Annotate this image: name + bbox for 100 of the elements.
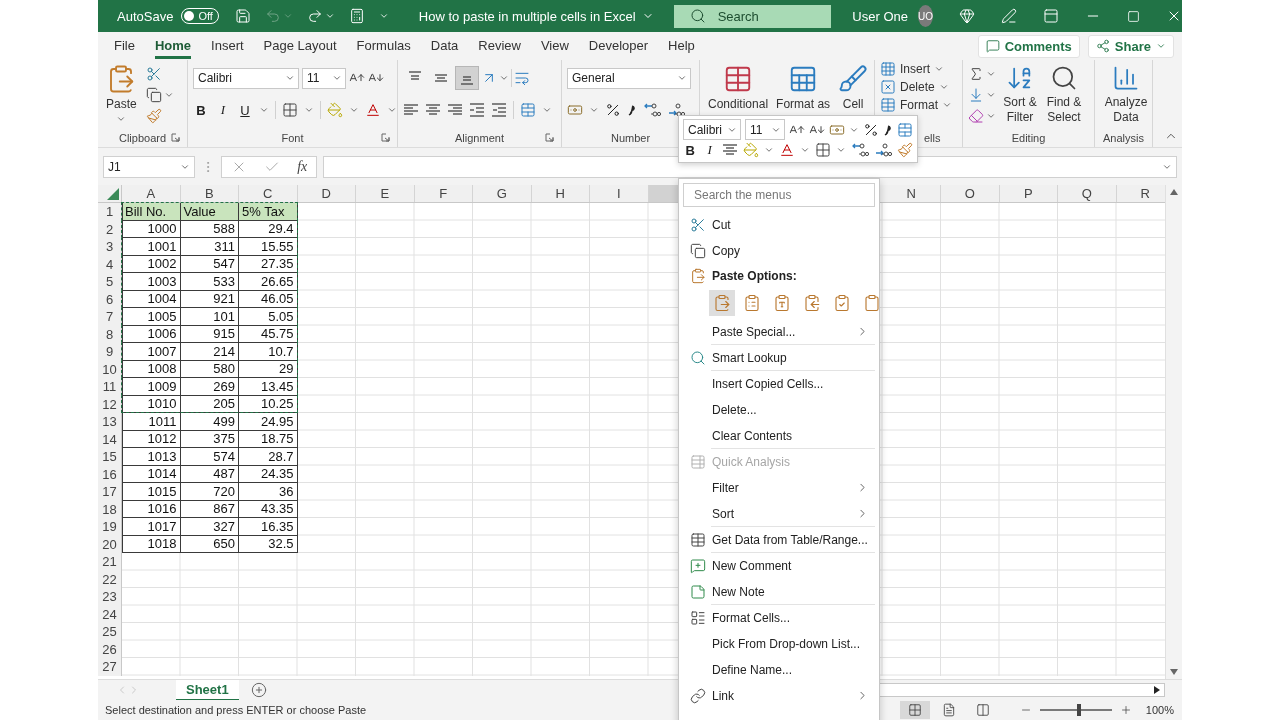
zoom-level[interactable]: 100%: [1145, 704, 1174, 716]
autosum-icon[interactable]: [968, 66, 984, 82]
analyze-data-button[interactable]: Analyze Data: [1100, 62, 1152, 127]
menu-item[interactable]: Insert Copied Cells...: [683, 371, 875, 396]
row-header[interactable]: 3: [98, 238, 121, 256]
ribbon-tab[interactable]: Insert: [211, 33, 244, 59]
row-header[interactable]: 18: [98, 500, 121, 518]
clipboard-icon[interactable]: [863, 294, 881, 312]
format-painter-icon[interactable]: [897, 142, 913, 158]
paste-button[interactable]: Paste: [103, 62, 140, 126]
menu-item[interactable]: Cut: [683, 212, 875, 237]
increase-decimal-icon[interactable]: [643, 102, 661, 118]
caret-icon[interactable]: [836, 145, 846, 155]
menu-item[interactable]: Copy: [683, 238, 875, 263]
increase-indent-icon[interactable]: [491, 102, 507, 118]
form-icon[interactable]: [348, 8, 365, 24]
menu-item[interactable]: Sort: [683, 501, 875, 526]
caret-icon[interactable]: [378, 11, 389, 21]
zoom-in-icon[interactable]: [1119, 704, 1132, 716]
italic-button[interactable]: I: [215, 102, 231, 118]
caret-icon[interactable]: [589, 105, 599, 115]
row-header[interactable]: 19: [98, 518, 121, 536]
caret-icon[interactable]: [800, 145, 810, 155]
ribbon-tab[interactable]: Data: [430, 33, 459, 59]
pen-icon[interactable]: [1001, 8, 1017, 24]
scroll-up-icon[interactable]: [1170, 189, 1178, 195]
diamond-icon[interactable]: [959, 8, 975, 24]
cells-button[interactable]: Delete: [880, 78, 952, 96]
align-right-icon[interactable]: [447, 102, 463, 118]
caret-icon[interactable]: [304, 105, 314, 115]
comma-style-icon[interactable]: [627, 102, 637, 118]
sheet-tab[interactable]: Sheet1: [176, 679, 239, 701]
columns-view-icon[interactable]: [975, 703, 990, 717]
borders-icon[interactable]: [282, 102, 298, 118]
decrease-decimal-icon[interactable]: [667, 102, 685, 118]
menu-item[interactable]: Get Data from Table/Range...: [683, 527, 875, 552]
sort-filter-button[interactable]: Sort & Filter: [1000, 62, 1040, 127]
caret-icon[interactable]: [986, 69, 996, 79]
bold-button[interactable]: B: [683, 142, 698, 158]
eraser-icon[interactable]: [968, 108, 984, 124]
save-icon[interactable]: [234, 8, 251, 24]
ribbon-tab[interactable]: Page Layout: [263, 33, 337, 59]
name-box[interactable]: J1: [103, 156, 195, 178]
align-left-icon[interactable]: [403, 102, 419, 118]
styles-button[interactable]: Format as: [773, 62, 834, 113]
redo-icon[interactable]: [306, 8, 323, 24]
row-header[interactable]: 17: [98, 483, 121, 501]
scroll-right-icon[interactable]: [1154, 686, 1160, 694]
scroll-down-icon[interactable]: [1170, 669, 1178, 675]
row-header[interactable]: 20: [98, 535, 121, 553]
caret-icon[interactable]: [986, 111, 996, 121]
menu-item[interactable]: Format Cells...: [683, 605, 875, 630]
menu-search-field[interactable]: Search the menus: [683, 183, 875, 207]
menu-item[interactable]: Smart Lookup: [683, 345, 875, 370]
row-header[interactable]: 4: [98, 255, 121, 273]
cells-button[interactable]: Insert: [880, 60, 952, 78]
percent-icon[interactable]: [605, 102, 621, 118]
dialog-launcher-icon[interactable]: [381, 133, 390, 142]
currency-icon[interactable]: [567, 102, 583, 118]
format-painter-icon[interactable]: [145, 108, 162, 124]
row-header[interactable]: 21: [98, 553, 121, 571]
font-color-icon[interactable]: [365, 102, 381, 118]
row-header[interactable]: 26: [98, 640, 121, 658]
ribbon-tab[interactable]: Formulas: [356, 33, 411, 59]
ribbon-tab[interactable]: Developer: [588, 33, 649, 59]
menu-item[interactable]: Filter: [683, 475, 875, 500]
menu-item[interactable]: Delete...: [683, 397, 875, 422]
font-name-field[interactable]: Calibri: [193, 67, 299, 89]
align-center-icon[interactable]: [722, 142, 738, 158]
caret-icon[interactable]: [387, 105, 397, 115]
share-button[interactable]: Share: [1087, 34, 1174, 58]
caret-icon[interactable]: [938, 82, 949, 92]
fill-color-icon[interactable]: [327, 102, 343, 118]
caret-icon[interactable]: [285, 73, 295, 83]
decrease-indent-icon[interactable]: [469, 102, 485, 118]
select-all-icon[interactable]: [107, 188, 119, 200]
add-sheet-icon[interactable]: [250, 682, 267, 698]
cells-button[interactable]: Format: [880, 96, 952, 114]
find-select-button[interactable]: Find & Select: [1044, 62, 1084, 127]
dialog-launcher-icon[interactable]: [171, 133, 180, 142]
row-header[interactable]: 16: [98, 465, 121, 483]
clipboard-icon[interactable]: [713, 294, 731, 312]
caret-icon[interactable]: [324, 11, 335, 21]
menu-item[interactable]: New Comment: [683, 553, 875, 578]
caret-icon[interactable]: [499, 73, 509, 83]
clipboard-check-icon[interactable]: [833, 294, 851, 312]
row-header[interactable]: 7: [98, 308, 121, 326]
increase-decimal-icon[interactable]: [851, 142, 869, 158]
document-title[interactable]: How to paste in multiple cells in Excel: [418, 8, 654, 24]
insert-function-button[interactable]: fx: [297, 159, 308, 175]
row-header[interactable]: 9: [98, 343, 121, 361]
horizontal-scrollbar[interactable]: [878, 683, 1165, 697]
merge-cells-icon[interactable]: [897, 121, 913, 138]
copy-icon[interactable]: [145, 87, 162, 103]
dialog-launcher-icon[interactable]: [545, 133, 554, 142]
italic-button[interactable]: I: [702, 142, 717, 158]
styles-button[interactable]: Cell: [835, 62, 872, 113]
font-size-field[interactable]: 11: [302, 67, 346, 89]
font-size-field[interactable]: 11: [745, 119, 785, 140]
row-header[interactable]: 8: [98, 325, 121, 343]
